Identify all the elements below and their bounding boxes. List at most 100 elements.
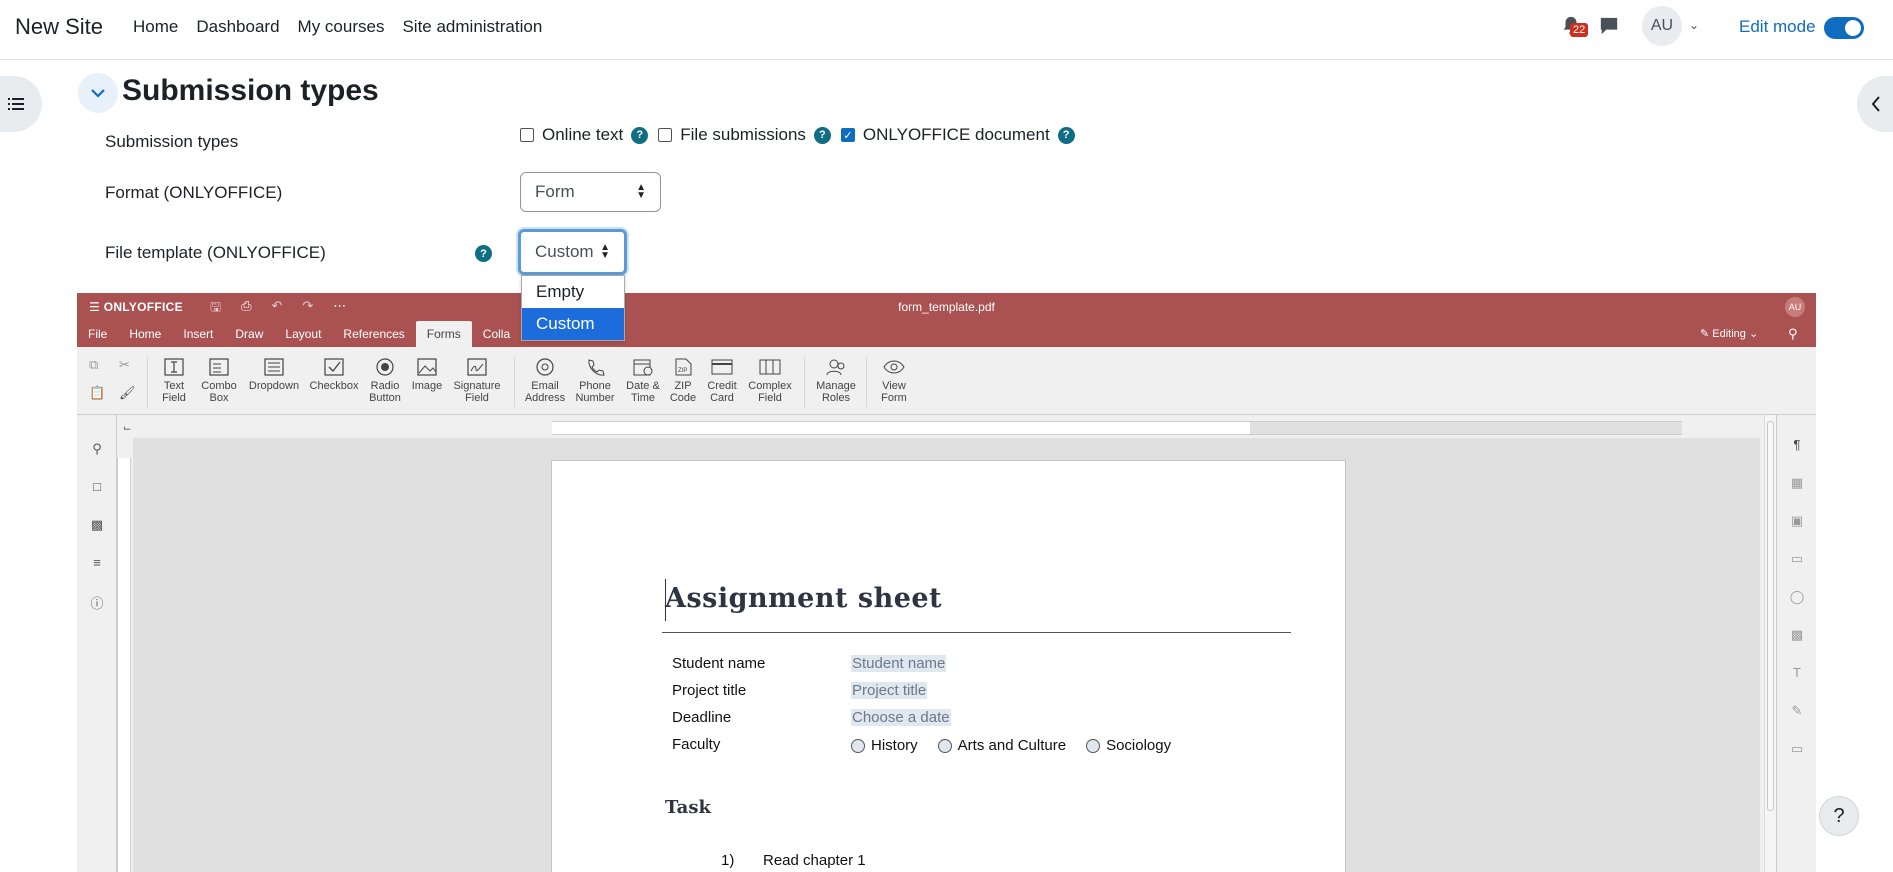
paste-icon[interactable]: 📋 — [89, 385, 105, 401]
dropdown-option-empty[interactable]: Empty — [522, 276, 624, 308]
search-icon[interactable]: ⚲ — [89, 441, 105, 457]
checkbox-box[interactable] — [658, 128, 673, 142]
vertical-ruler[interactable] — [117, 458, 131, 872]
complex-field-button[interactable]: Complex Field — [747, 357, 793, 404]
onlyoffice-document-checkbox[interactable]: ✓ ONLYOFFICE document? — [840, 125, 1075, 145]
list-item-number: 1) — [721, 852, 735, 869]
tab-home[interactable]: Home — [118, 321, 172, 347]
shape-settings-icon[interactable]: ◯ — [1789, 589, 1805, 605]
scrollbar-thumb[interactable] — [1767, 421, 1774, 811]
section-collapse-button[interactable] — [78, 73, 118, 113]
text-art-icon[interactable]: T — [1789, 665, 1805, 681]
chart-settings-icon[interactable]: ▩ — [1789, 627, 1805, 643]
task-heading: Task — [665, 797, 711, 818]
manage-roles-button[interactable]: Manage Roles — [814, 357, 858, 404]
online-text-checkbox[interactable]: Online text? — [520, 125, 649, 145]
credit-card-icon — [711, 359, 733, 375]
faculty-radio-sociology[interactable] — [1086, 738, 1101, 753]
editor-user-avatar[interactable]: AU — [1785, 297, 1805, 317]
faculty-radio-history[interactable] — [851, 738, 865, 753]
header-footer-icon[interactable]: ▭ — [1789, 551, 1805, 567]
help-icon[interactable]: ? — [1057, 126, 1075, 144]
tab-references[interactable]: References — [332, 321, 415, 347]
tab-layout[interactable]: Layout — [274, 321, 332, 347]
student-name-field[interactable]: Student name — [851, 655, 947, 672]
format-select[interactable]: Form ▲ ▼ — [520, 172, 661, 212]
chevron-left-icon — [1871, 96, 1880, 112]
tab-draw[interactable]: Draw — [224, 321, 274, 347]
editor-header: ☰ ONLYOFFICE 🖫 ⎙ ↶ ↷ ⋯ form_template.pdf… — [77, 293, 1816, 347]
info-icon[interactable]: ⓘ — [89, 593, 105, 611]
dropdown-icon — [264, 358, 284, 376]
format-painter-icon[interactable]: 🖌 — [119, 385, 136, 401]
radio-button-button[interactable]: Radio Button — [368, 357, 402, 404]
chevron-down-icon[interactable]: ⌄ — [1689, 18, 1699, 32]
nav-dashboard[interactable]: Dashboard — [196, 17, 279, 37]
checkbox-box[interactable] — [520, 128, 534, 142]
table-settings-icon[interactable]: ▦ — [1789, 475, 1805, 491]
deadline-date-field[interactable]: Choose a date — [851, 709, 951, 726]
phone-number-button[interactable]: Phone Number — [574, 357, 616, 404]
paragraph-settings-icon[interactable]: ¶ — [1789, 437, 1805, 453]
cut-icon[interactable]: ✂ — [119, 357, 130, 373]
tab-forms[interactable]: Forms — [415, 321, 472, 347]
horizontal-ruler[interactable] — [552, 421, 1682, 435]
tab-stop-selector[interactable]: ⌙ — [123, 423, 131, 434]
tab-collaboration[interactable]: Colla — [472, 321, 521, 347]
editing-mode-button[interactable]: ✎ Editing ⌄ — [1700, 327, 1758, 340]
text-field-label: Text Field — [162, 380, 186, 404]
image-button[interactable]: Image — [411, 357, 443, 392]
help-icon[interactable]: ? — [631, 126, 649, 144]
comments-icon[interactable]: □ — [89, 479, 105, 495]
help-icon[interactable]: ? — [813, 126, 831, 144]
open-course-index-button[interactable] — [0, 76, 42, 132]
nav-site-administration[interactable]: Site administration — [402, 17, 542, 37]
checkbox-label: ONLYOFFICE document — [862, 125, 1050, 144]
faculty-radio-arts[interactable] — [937, 738, 952, 753]
edit-mode-toggle[interactable] — [1824, 17, 1864, 39]
view-form-button[interactable]: View Form — [876, 357, 912, 404]
zip-code-button[interactable]: ZIP ZIP Code — [668, 357, 698, 404]
open-block-drawer-button[interactable] — [1857, 76, 1893, 132]
checkbox-button[interactable]: Checkbox — [309, 357, 359, 392]
dropdown-label: Dropdown — [248, 380, 300, 392]
navigation-icon[interactable]: ≡ — [89, 555, 105, 571]
project-title-field[interactable]: Project title — [851, 682, 928, 699]
at-sign-icon — [536, 358, 554, 376]
date-time-button[interactable]: Date & Time — [624, 357, 662, 404]
combo-box-button[interactable]: Combo Box — [201, 357, 237, 404]
checkbox-label: Checkbox — [309, 380, 359, 392]
pencil-icon: ✎ — [1700, 328, 1710, 340]
email-address-label: Email Address — [524, 380, 566, 404]
help-button[interactable]: ? — [1819, 796, 1859, 836]
signature-settings-icon[interactable]: ✎ — [1789, 703, 1805, 719]
user-avatar[interactable]: AU — [1642, 6, 1682, 46]
submission-types-checkboxes: Online text? File submissions? ✓ ONLYOFFI… — [520, 125, 1085, 145]
chat-icon[interactable]: ▩ — [89, 517, 105, 533]
nav-home[interactable]: Home — [133, 17, 178, 37]
form-settings-icon[interactable]: ▭ — [1789, 741, 1805, 757]
dropdown-button[interactable]: Dropdown — [247, 357, 301, 392]
text-field-button[interactable]: Text Field — [156, 357, 192, 404]
site-name[interactable]: New Site — [15, 14, 103, 40]
tab-file[interactable]: File — [77, 321, 118, 347]
select-arrows-icon: ▲ ▼ — [636, 182, 646, 201]
checkbox-box[interactable]: ✓ — [840, 128, 855, 142]
file-template-select[interactable]: Custom ▲ ▼ — [518, 229, 627, 275]
vertical-scrollbar[interactable] — [1764, 415, 1776, 872]
dropdown-option-custom[interactable]: Custom — [522, 308, 624, 340]
help-icon[interactable]: ? — [475, 245, 492, 262]
eye-icon — [883, 360, 905, 374]
document-page[interactable]: Assignment sheet Student name Student na… — [551, 460, 1346, 872]
email-address-button[interactable]: Email Address — [522, 357, 568, 404]
search-icon[interactable]: ⚲ — [1788, 326, 1798, 342]
image-settings-icon[interactable]: ▣ — [1789, 513, 1805, 529]
credit-card-button[interactable]: Credit Card — [704, 357, 740, 404]
tab-insert[interactable]: Insert — [172, 321, 224, 347]
file-submissions-checkbox[interactable]: File submissions? — [658, 125, 831, 145]
copy-icon[interactable]: ⧉ — [89, 357, 98, 373]
faculty-radio-group: History Arts and Culture Sociology — [851, 737, 1191, 754]
nav-my-courses[interactable]: My courses — [298, 17, 385, 37]
messages-icon[interactable] — [1598, 16, 1620, 36]
signature-field-button[interactable]: Signature Field — [452, 357, 502, 404]
